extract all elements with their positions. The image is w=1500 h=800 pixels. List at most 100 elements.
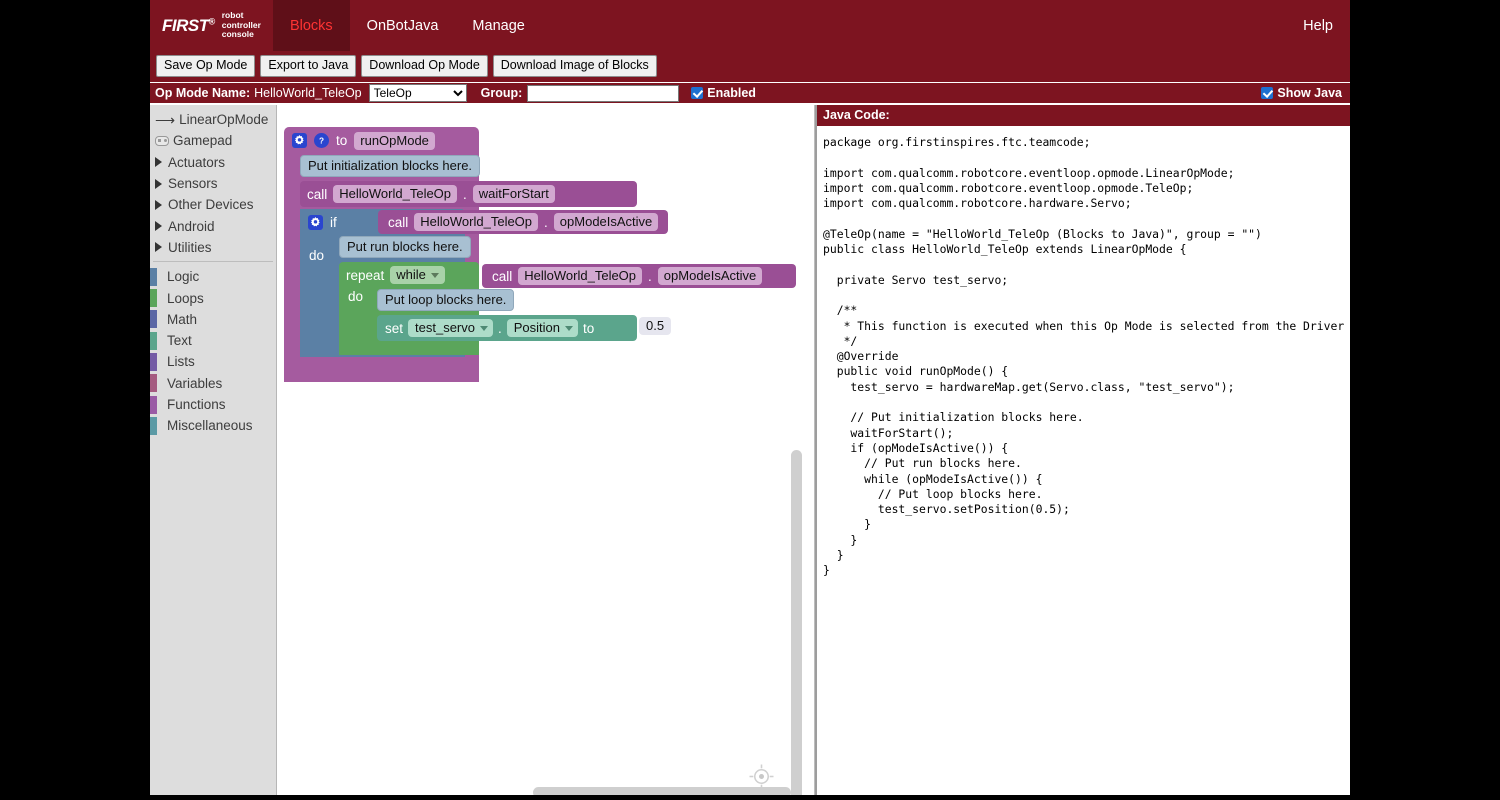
save-op-mode-button[interactable]: Save Op Mode: [156, 55, 256, 77]
show-java-label: Show Java: [1277, 86, 1342, 100]
if-label: if: [330, 214, 337, 230]
block-comment-init[interactable]: Put initialization blocks here.: [300, 155, 481, 177]
robot-controller-console: FIRST® robot controller console Blocks O…: [150, 0, 1350, 795]
brand-subtitle: robot controller console: [222, 11, 261, 40]
toolbox-category-label: Functions: [167, 397, 226, 412]
show-java-checkbox[interactable]: [1261, 87, 1274, 99]
nav-help-link[interactable]: Help: [1286, 0, 1350, 51]
action-toolbar: Save Op Mode Export to Java Download Op …: [150, 51, 1350, 83]
op-mode-flavor-select[interactable]: TeleOp Autonomous: [368, 84, 467, 102]
enabled-checkbox-wrap[interactable]: Enabled: [691, 86, 756, 100]
show-java-checkbox-wrap[interactable]: Show Java: [1261, 86, 1342, 100]
op-mode-settings-bar: Op Mode Name: HelloWorld_TeleOp TeleOp A…: [150, 83, 1350, 105]
category-color-swatch: [150, 267, 157, 286]
top-navbar: FIRST® robot controller console Blocks O…: [150, 0, 1350, 51]
toolbox-category-miscellaneous[interactable]: Miscellaneous: [150, 415, 276, 436]
toolbox-item-gamepad[interactable]: Gamepad: [150, 130, 276, 151]
help-question-icon[interactable]: ?: [314, 133, 329, 148]
dot-separator: .: [498, 320, 502, 336]
gamepad-icon: [155, 135, 169, 146]
workspace-horizontal-scrollbar[interactable]: [533, 787, 791, 795]
block-set-servo-position[interactable]: set test_servo . Position to: [377, 315, 637, 341]
procedure-name-field[interactable]: runOpMode: [354, 131, 435, 150]
toolbox-category-lists[interactable]: Lists: [150, 351, 276, 372]
nav-tab-manage[interactable]: Manage: [455, 0, 541, 51]
export-to-java-button[interactable]: Export to Java: [260, 55, 357, 77]
toolbox-category-math[interactable]: Math: [150, 309, 276, 330]
comment-loop-text: Put loop blocks here.: [377, 289, 515, 311]
toolbox-category-label: Math: [167, 311, 198, 327]
nav-tab-onbotjava[interactable]: OnBotJava: [350, 0, 456, 51]
call-class-field[interactable]: HelloWorld_TeleOp: [333, 185, 458, 203]
block-call-opmodeisactive-condition[interactable]: call HelloWorld_TeleOp . opModeIsActive: [378, 210, 668, 234]
zoom-center-icon[interactable]: [749, 764, 774, 789]
toolbox-item-utilities[interactable]: Utilities: [150, 237, 276, 258]
group-input[interactable]: [527, 84, 680, 102]
device-name-dropdown[interactable]: test_servo: [408, 319, 493, 337]
triangle-right-icon: [155, 157, 162, 168]
download-image-of-blocks-button[interactable]: Download Image of Blocks: [492, 55, 657, 77]
category-color-swatch: [150, 289, 157, 308]
toolbox-category-loops[interactable]: Loops: [150, 287, 276, 308]
property-value: Position: [513, 320, 561, 335]
toolbox-category-label: Text: [167, 333, 192, 349]
block-comment-run[interactable]: Put run blocks here.: [339, 236, 471, 258]
download-op-mode-button[interactable]: Download Op Mode: [361, 55, 488, 77]
toolbox-category-label: Loops: [167, 290, 204, 306]
comment-init-text: Put initialization blocks here.: [300, 155, 481, 177]
blockly-workspace[interactable]: ? to runOpMode Put initialization blocks…: [278, 105, 814, 795]
toolbox-item-label: LinearOpMode: [179, 112, 269, 128]
block-repeat-header[interactable]: repeat while: [339, 262, 445, 288]
toolbox-item-label: Actuators: [168, 154, 226, 170]
svg-text:?: ?: [319, 136, 324, 145]
comment-run-text: Put run blocks here.: [339, 236, 471, 258]
triangle-right-icon: [155, 199, 162, 210]
block-comment-loop[interactable]: Put loop blocks here.: [377, 289, 515, 311]
triangle-right-icon: [155, 242, 162, 253]
gear-icon[interactable]: [292, 133, 307, 148]
category-color-swatch: [150, 310, 157, 329]
java-code-text: package org.firstinspires.ftc.teamcode; …: [817, 127, 1350, 795]
triangle-right-icon: [155, 178, 162, 189]
toolbox-divider: [153, 261, 273, 263]
block-number-value[interactable]: 0.5: [639, 317, 672, 335]
toolbox-item-linearopmode[interactable]: ⟶ LinearOpMode: [150, 109, 276, 130]
call-label: call: [307, 186, 328, 202]
toolbox-category-label: Miscellaneous: [167, 418, 253, 434]
call-method-field[interactable]: waitForStart: [472, 185, 555, 203]
call-class-field[interactable]: HelloWorld_TeleOp: [414, 213, 539, 231]
block-call-waitforstart[interactable]: call HelloWorld_TeleOp . waitForStart: [300, 181, 637, 207]
repeat-mode-dropdown[interactable]: while: [390, 266, 445, 284]
toolbox-category-text[interactable]: Text: [150, 330, 276, 351]
procedure-header-row[interactable]: ? to runOpMode: [284, 127, 479, 154]
toolbox-category-functions[interactable]: Functions: [150, 394, 276, 415]
enabled-checkbox[interactable]: [691, 87, 704, 99]
toolbox-item-actuators[interactable]: Actuators: [150, 152, 276, 173]
toolbox-item-label: Sensors: [168, 176, 218, 192]
toolbox-category-variables[interactable]: Variables: [150, 373, 276, 394]
op-mode-name-value: HelloWorld_TeleOp: [254, 86, 362, 100]
brand-logo: FIRST® robot controller console: [150, 0, 273, 51]
toolbox-item-android[interactable]: Android: [150, 215, 276, 236]
property-dropdown[interactable]: Position: [506, 319, 579, 337]
toolbox-category-logic[interactable]: Logic: [150, 266, 276, 287]
repeat-mode-value: while: [396, 267, 426, 282]
call-method-field[interactable]: opModeIsActive: [553, 213, 659, 231]
block-call-opmodeisactive-loop[interactable]: call HelloWorld_TeleOp . opModeIsActive: [482, 264, 796, 288]
nav-right-group: Help: [1286, 0, 1350, 51]
if-do-label: do: [309, 248, 325, 263]
nav-tab-blocks[interactable]: Blocks: [272, 0, 350, 51]
workspace-vertical-scrollbar[interactable]: [791, 450, 802, 795]
toolbox-item-sensors[interactable]: Sensors: [150, 173, 276, 194]
call-method-field[interactable]: opModeIsActive: [657, 267, 763, 285]
chevron-down-icon: [565, 326, 574, 332]
chevron-down-icon: [430, 273, 439, 279]
number-field[interactable]: 0.5: [639, 317, 672, 335]
toolbox-item-label: Other Devices: [168, 197, 254, 213]
call-class-field[interactable]: HelloWorld_TeleOp: [518, 267, 643, 285]
dot-separator: .: [648, 268, 652, 284]
toolbox-item-other-devices[interactable]: Other Devices: [150, 194, 276, 215]
blockly-toolbox: ⟶ LinearOpMode Gamepad Actuators Sensors: [150, 105, 277, 795]
dot-separator: .: [463, 186, 467, 202]
java-code-pane: Java Code: package org.firstinspires.ftc…: [815, 105, 1350, 795]
